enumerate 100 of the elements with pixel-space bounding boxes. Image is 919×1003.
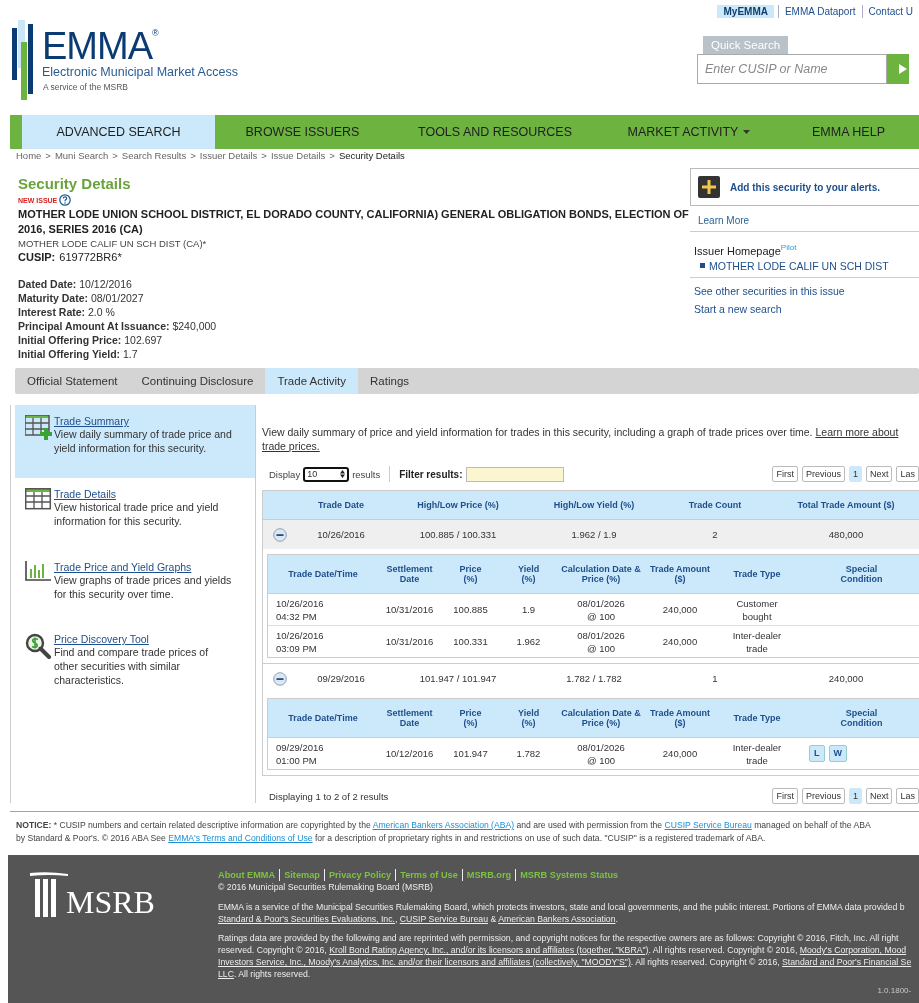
detail-label: Initial Offering Price: xyxy=(18,334,122,346)
page-button[interactable]: First xyxy=(772,466,798,482)
menu-item[interactable]: Trade Price and Yield Graphs View graphs of trade prices and yields for this security over time. xyxy=(15,551,255,623)
page-button[interactable]: Las xyxy=(896,466,919,482)
table-cell-text: 1.962 / 1.9 xyxy=(570,529,618,540)
collapse-icon[interactable] xyxy=(273,527,287,542)
text-link[interactable]: Standard & Poor's Securities Evaluations, Inc. xyxy=(218,914,395,924)
menu-item[interactable]: Trade Details View historical trade price and yield information for this security. xyxy=(15,478,255,551)
page-button[interactable]: First xyxy=(772,788,798,804)
collapse-icon[interactable] xyxy=(273,671,287,686)
issuer-link[interactable]: MOTHER LODE CALIF UN SCH DIST xyxy=(709,259,889,272)
nav-tab[interactable]: MARKET ACTIVITY xyxy=(600,115,778,149)
copyright-text: © 2016 Municipal Securities Rulemaking Board (MSRB) xyxy=(218,881,434,893)
learn-more-link[interactable]: Learn more about xyxy=(815,426,899,438)
column-header[interactable]: Yield (%) xyxy=(500,564,557,584)
menu-link[interactable]: Trade Details xyxy=(54,488,247,500)
page-button[interactable]: Previous xyxy=(801,788,845,804)
text-link[interactable]: Moody's Corporation, Mood xyxy=(799,945,907,955)
column-header[interactable]: High/Low Yield (%) xyxy=(531,500,657,510)
menu-item[interactable]: Trade Summary View daily summary of trade price and yield information for this security. xyxy=(15,405,255,478)
column-header[interactable]: Price (%) xyxy=(441,564,500,584)
text-link[interactable]: Investors Service, Inc., Moody's Analytics, Inc. and/or their licensors and affiliates (collectively, "MOODY'S") xyxy=(218,957,631,967)
footer-link[interactable]: Privacy Policy xyxy=(323,869,396,881)
breadcrumb-link[interactable]: Issue Details xyxy=(270,150,326,161)
column-header[interactable]: Settlement Date xyxy=(378,564,441,584)
page-button[interactable]: Next xyxy=(865,788,893,804)
nav-tab[interactable]: BROWSE ISSUERS xyxy=(215,115,390,149)
nav-tab[interactable]: ADVANCED SEARCH xyxy=(22,115,215,149)
top-link[interactable]: MyEMMA xyxy=(717,5,774,18)
tab[interactable]: Trade Activity xyxy=(265,368,359,394)
table-cell-text: 10/31/2016 xyxy=(384,635,435,648)
panel-link[interactable]: Start a new search xyxy=(694,299,919,318)
table-cell-text: 1.782 / 1.782 xyxy=(565,673,623,684)
tab[interactable]: Continuing Disclosure xyxy=(129,368,266,394)
security-title: MOTHER LODE UNION SCHOOL DISTRICT, EL DORADO COUNTY, CALIFORNIA) GENERAL OBLIGATION BONDS, ELECTION OF 2016, SERIES 2016 (CA) xyxy=(18,207,690,237)
nav-tab[interactable]: EMMA HELP xyxy=(778,115,919,149)
top-link[interactable]: EMMA Dataport xyxy=(777,5,862,18)
breadcrumb-link[interactable]: Home xyxy=(16,150,42,161)
column-header[interactable]: Trade Date/Time xyxy=(268,569,378,579)
page-button[interactable]: 1 xyxy=(848,466,862,482)
page-button[interactable]: Las xyxy=(896,788,919,804)
text-link[interactable]: CUSIP Service Bureau xyxy=(664,820,752,830)
panel-link[interactable]: See other securities in this issue xyxy=(694,281,919,300)
menu-link[interactable]: Trade Summary xyxy=(54,415,247,427)
column-header[interactable]: Trade Amount ($) xyxy=(645,708,715,728)
search-button[interactable] xyxy=(887,54,909,84)
column-header[interactable]: Yield (%) xyxy=(500,708,557,728)
search-field[interactable]: Enter CUSIP or Name xyxy=(697,54,887,84)
play-icon xyxy=(899,64,907,74)
column-header[interactable]: Trade Amount ($) xyxy=(645,564,715,584)
breadcrumb-separator: > xyxy=(261,150,267,161)
menu-description: View graphs of trade prices and yields for this security over time. xyxy=(54,573,233,601)
text-link[interactable]: EMMA's Terms and Conditions of Use xyxy=(168,833,313,843)
breadcrumb-link[interactable]: Muni Search xyxy=(54,150,109,161)
breadcrumb-link[interactable]: Search Results xyxy=(121,150,187,161)
page-size-select[interactable]: 10 xyxy=(303,466,350,482)
column-header[interactable]: Price (%) xyxy=(441,708,500,728)
top-link[interactable]: Contact U xyxy=(861,5,919,18)
column-header[interactable]: Total Trade Amount ($) xyxy=(773,500,919,510)
menu-link[interactable]: Price Discovery Tool xyxy=(54,633,247,645)
learn-more-link[interactable]: Learn More xyxy=(690,206,919,232)
breadcrumb-separator: > xyxy=(45,150,51,161)
footer-link[interactable]: MSRB Systems Status xyxy=(515,869,623,881)
text-link[interactable]: CUSIP Service Bureau xyxy=(399,914,488,924)
menu-description: View daily summary of trade price and yield information for this security. xyxy=(54,427,233,455)
column-header[interactable]: Calculation Date & Price (%) xyxy=(557,564,645,584)
column-header[interactable]: Special Condition xyxy=(799,708,919,728)
column-header[interactable]: Trade Date/Time xyxy=(268,713,378,723)
table-cell-text: 101.947 / 101.947 xyxy=(418,673,498,684)
page-button[interactable]: Next xyxy=(865,466,893,482)
learn-more-link[interactable]: trade prices. xyxy=(262,440,320,452)
column-header[interactable]: Calculation Date & Price (%) xyxy=(557,708,645,728)
text-link[interactable]: American Bankers Association (ABA) xyxy=(372,820,515,830)
logo-subline: A service of the MSRB xyxy=(43,82,130,92)
tab[interactable]: Ratings xyxy=(358,368,422,394)
detail-label: Interest Rate: xyxy=(18,306,86,318)
condition-tag: L xyxy=(809,745,825,762)
filter-field[interactable] xyxy=(465,466,564,482)
column-header[interactable]: High/Low Price (%) xyxy=(385,500,531,510)
column-header[interactable]: Trade Date xyxy=(297,500,385,510)
text-link[interactable]: LLC xyxy=(218,969,234,979)
menu-item[interactable]: Price Discovery Tool Find and compare trade prices of other securities with similar characteristics. xyxy=(15,623,255,696)
tab[interactable]: Official Statement xyxy=(15,368,130,394)
table-cell-text: 1.782 xyxy=(515,747,542,760)
column-header[interactable]: Trade Type xyxy=(715,713,799,723)
menu-link[interactable]: Trade Price and Yield Graphs xyxy=(54,561,247,573)
page-button[interactable]: 1 xyxy=(848,788,862,804)
table-cell-text: 480,000 xyxy=(827,529,865,540)
column-header[interactable]: Settlement Date xyxy=(378,708,441,728)
table-cell-text: 10/26/2016 04:32 PM xyxy=(275,596,325,623)
page-button[interactable]: Previous xyxy=(801,466,845,482)
column-header[interactable]: Trade Type xyxy=(715,569,799,579)
alert-link[interactable]: Add this security to your alerts. xyxy=(730,181,881,193)
nav-tab[interactable]: TOOLS AND RESOURCES xyxy=(390,115,600,149)
text-link[interactable]: Standard and Poor's Financial Se xyxy=(782,957,912,967)
breadcrumb-link[interactable]: Issuer Details xyxy=(199,150,258,161)
column-header[interactable]: Trade Count xyxy=(657,500,773,510)
detail-value: 2.0 % xyxy=(87,306,115,318)
breadcrumb-separator: > xyxy=(112,150,118,161)
column-header[interactable]: Special Condition xyxy=(799,564,919,584)
